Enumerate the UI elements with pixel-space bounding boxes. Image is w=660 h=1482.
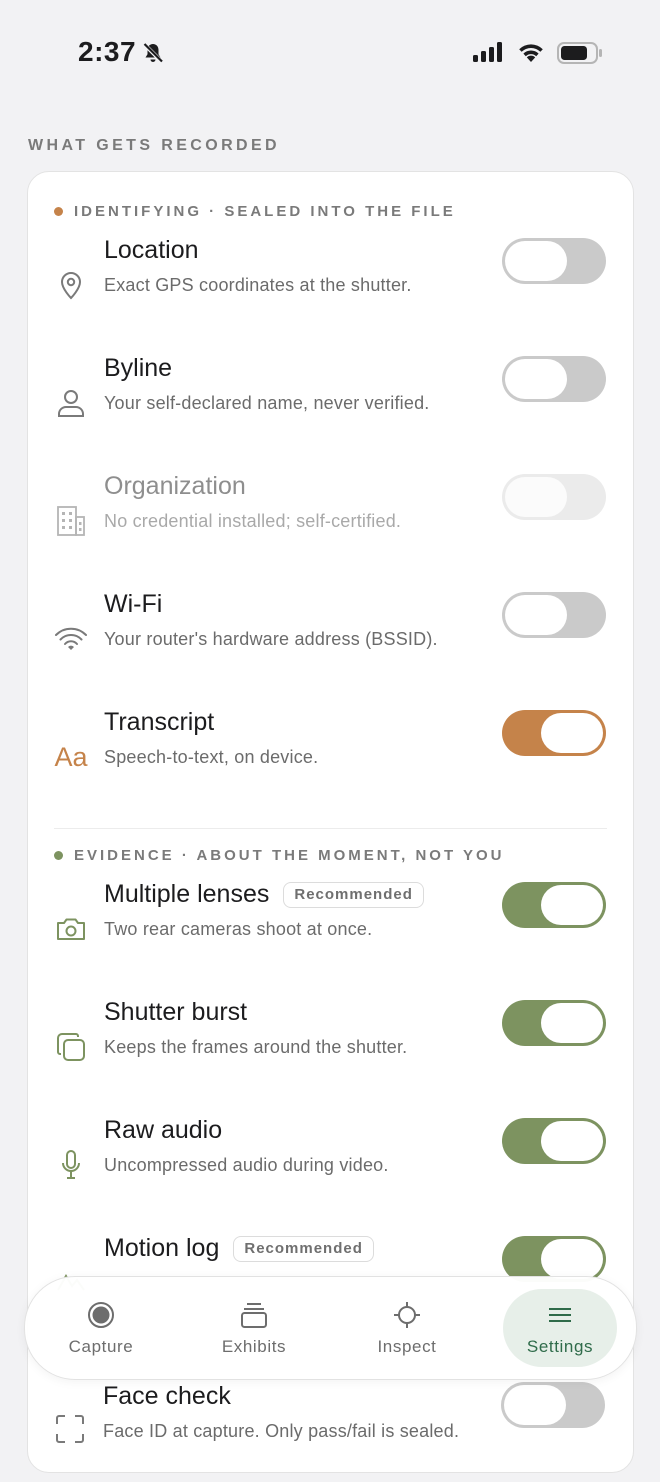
setting-row-location: Location Exact GPS coordinates at the sh…	[28, 236, 633, 336]
wifi-toggle[interactable]	[502, 592, 606, 638]
person-icon	[54, 386, 88, 420]
setting-description: Exact GPS coordinates at the shutter.	[104, 275, 412, 295]
silent-bell-icon	[141, 41, 165, 70]
building-icon	[54, 504, 88, 538]
setting-row-face-check: Face check Face ID at capture. Only pass…	[27, 1378, 632, 1443]
location-pin-icon	[54, 268, 88, 302]
tab-label: Capture	[68, 1337, 134, 1356]
transcript-toggle[interactable]	[502, 710, 606, 756]
setting-title: Byline	[104, 354, 173, 382]
setting-title: Wi-Fi	[104, 590, 163, 618]
setting-title: Location	[104, 236, 199, 264]
tab-settings[interactable]: Settings	[503, 1289, 617, 1367]
tab-label: Exhibits	[221, 1337, 287, 1356]
setting-row-byline: Byline Your self-declared name, never ve…	[28, 354, 633, 454]
setting-title: Shutter burst	[104, 998, 248, 1026]
exhibits-icon	[197, 1301, 311, 1329]
setting-description: Face ID at capture. Only pass/fail is se…	[103, 1421, 460, 1441]
camera-icon	[54, 912, 88, 946]
cellular-signal-icon	[473, 42, 505, 67]
tab-bar: Capture Exhibits Inspect Settings	[24, 1276, 637, 1380]
battery-icon	[557, 42, 603, 69]
group-label: EVIDENCE · ABOUT THE MOMENT, NOT YOU	[74, 846, 505, 864]
group-header-evidence: EVIDENCE · ABOUT THE MOMENT, NOT YOU	[54, 844, 505, 866]
status-bar: 2:37	[0, 0, 660, 100]
microphone-icon	[54, 1148, 88, 1182]
tab-capture[interactable]: Capture	[44, 1289, 158, 1367]
setting-title: Motion log Recommended	[104, 1234, 374, 1263]
group-header-identifying: IDENTIFYING · SEALED INTO THE FILE	[54, 200, 456, 222]
menu-lines-icon	[503, 1301, 617, 1329]
status-time: 2:37	[78, 36, 137, 67]
setting-title: Multiple lenses Recommended	[104, 880, 424, 909]
shutter-burst-toggle[interactable]	[502, 1000, 606, 1046]
setting-row-multiple-lenses: Multiple lenses Recommended Two rear cam…	[28, 880, 633, 980]
raw-audio-toggle[interactable]	[502, 1118, 606, 1164]
capture-icon	[44, 1301, 158, 1329]
stacked-frames-icon	[54, 1030, 88, 1064]
setting-title-text: Motion log	[104, 1234, 220, 1262]
setting-description: Your router's hardware address (BSSID).	[104, 629, 438, 649]
multiple-lenses-toggle[interactable]	[502, 882, 606, 928]
setting-description: Uncompressed audio during video.	[104, 1155, 389, 1175]
setting-title: Organization	[104, 472, 246, 500]
setting-row-face-check-content: Face check Face ID at capture. Only pass…	[27, 1382, 632, 1482]
face-scan-icon	[53, 1412, 87, 1446]
setting-description: Two rear cameras shoot at once.	[104, 919, 373, 939]
wifi-icon	[54, 622, 88, 656]
location-toggle[interactable]	[502, 238, 606, 284]
setting-row-shutter-burst: Shutter burst Keeps the frames around th…	[28, 998, 633, 1098]
tab-inspect[interactable]: Inspect	[350, 1289, 464, 1367]
group-dot-green	[54, 850, 63, 860]
recommended-badge: Recommended	[233, 1235, 374, 1262]
setting-title: Raw audio	[104, 1116, 223, 1144]
byline-toggle[interactable]	[502, 356, 606, 402]
setting-description: Speech-to-text, on device.	[104, 747, 319, 767]
setting-row-wifi: Wi-Fi Your router's hardware address (BS…	[28, 590, 633, 690]
group-dot-orange	[54, 206, 63, 216]
wifi-status-icon	[516, 40, 546, 69]
text-aa-icon: Aa	[54, 741, 88, 772]
crosshair-icon	[350, 1301, 464, 1329]
setting-row-raw-audio: Raw audio Uncompressed audio during vide…	[28, 1116, 633, 1216]
setting-title: Face check	[103, 1382, 231, 1410]
group-divider	[54, 828, 607, 829]
setting-row-organization: Organization No credential installed; se…	[28, 472, 633, 572]
tab-label: Settings	[526, 1337, 594, 1356]
tab-exhibits[interactable]: Exhibits	[197, 1289, 311, 1367]
setting-title: Transcript	[104, 708, 215, 736]
recommended-badge: Recommended	[283, 881, 424, 908]
setting-description: No credential installed; self-certified.	[104, 511, 402, 531]
tab-label: Inspect	[377, 1337, 437, 1356]
group-label: IDENTIFYING · SEALED INTO THE FILE	[74, 202, 456, 220]
organization-toggle[interactable]	[502, 474, 606, 520]
setting-description: Keeps the frames around the shutter.	[104, 1037, 408, 1057]
face-check-toggle[interactable]	[501, 1382, 605, 1428]
setting-description: Your self-declared name, never verified.	[104, 393, 430, 413]
setting-title-text: Multiple lenses	[104, 880, 270, 908]
section-title: WHAT GETS RECORDED	[28, 137, 281, 154]
setting-row-transcript: Aa Transcript Speech-to-text, on device.	[28, 708, 633, 808]
